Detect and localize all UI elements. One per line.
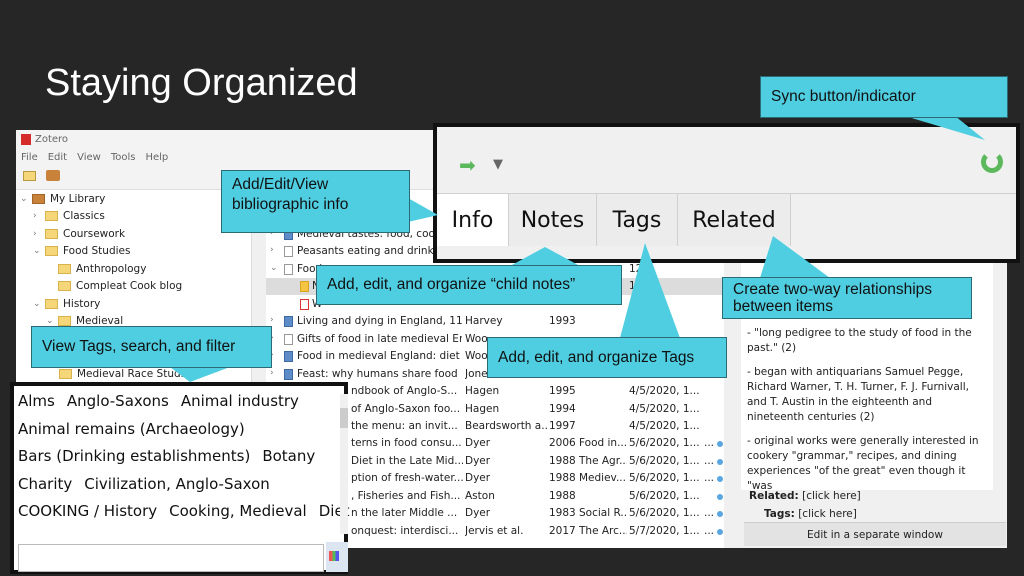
notes-callout-arrow (510, 247, 580, 266)
notes-callout: Add, edit, and organize “child notes” (316, 265, 622, 305)
tags-callout: Add, edit, and organize Tags (487, 337, 727, 378)
tagsel-callout-arrow (170, 367, 230, 382)
sync-callout-arrow (905, 116, 985, 140)
info-callout-arrow (408, 198, 438, 222)
info-callout: Add/Edit/View bibliographic info (221, 170, 410, 233)
tagsel-callout: View Tags, search, and filter (31, 326, 272, 368)
related-callout-arrow (760, 236, 830, 278)
sync-callout: Sync button/indicator (760, 76, 1008, 118)
tags-callout-arrow (620, 243, 680, 338)
related-callout: Create two-way relationships between ite… (722, 277, 972, 319)
